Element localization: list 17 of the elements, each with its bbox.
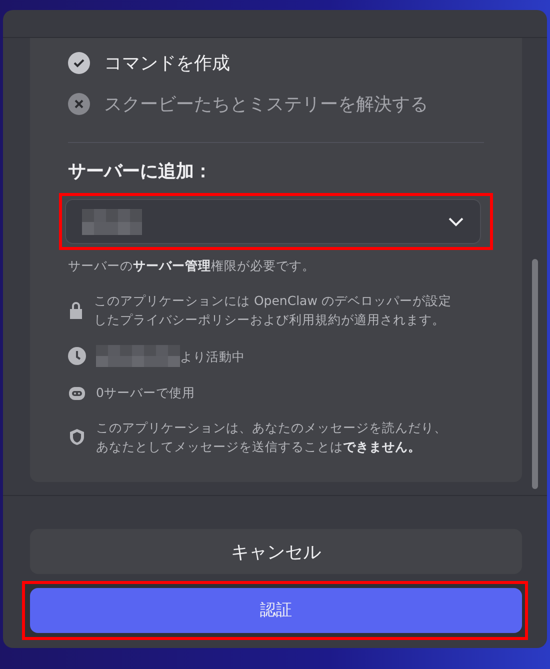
lock-icon [68, 301, 84, 319]
permission-label: コマンドを作成 [104, 52, 230, 74]
robot-icon [68, 384, 86, 400]
cancel-button[interactable]: キャンセル [30, 529, 522, 574]
info-text: より活動中 [180, 348, 245, 366]
clock-icon [68, 347, 86, 365]
info-text: このアプリケーションには OpenClaw のデベロッパーが設定したプライバシーポリシーおよび利用規約が適用されます。 [94, 292, 452, 329]
hint-text: サーバーのサーバー管理権限が必要です。 [68, 258, 316, 275]
info-text: このアプリケーションは、あなたのメッセージを読んだり、あなたとしてメッセージを送信することはできません。 [96, 419, 448, 456]
permission-label: スクービーたちとミステリーを解決する [104, 92, 428, 116]
scrollbar-thumb[interactable] [532, 259, 538, 489]
info-text: 0サーバーで使用 [96, 384, 195, 402]
shield-icon [68, 428, 86, 446]
field-label: サーバーに追加： [68, 160, 213, 183]
chevron-down-icon [448, 216, 464, 226]
authorize-button[interactable]: 認証 [30, 588, 522, 633]
server-dropdown[interactable] [65, 199, 481, 244]
